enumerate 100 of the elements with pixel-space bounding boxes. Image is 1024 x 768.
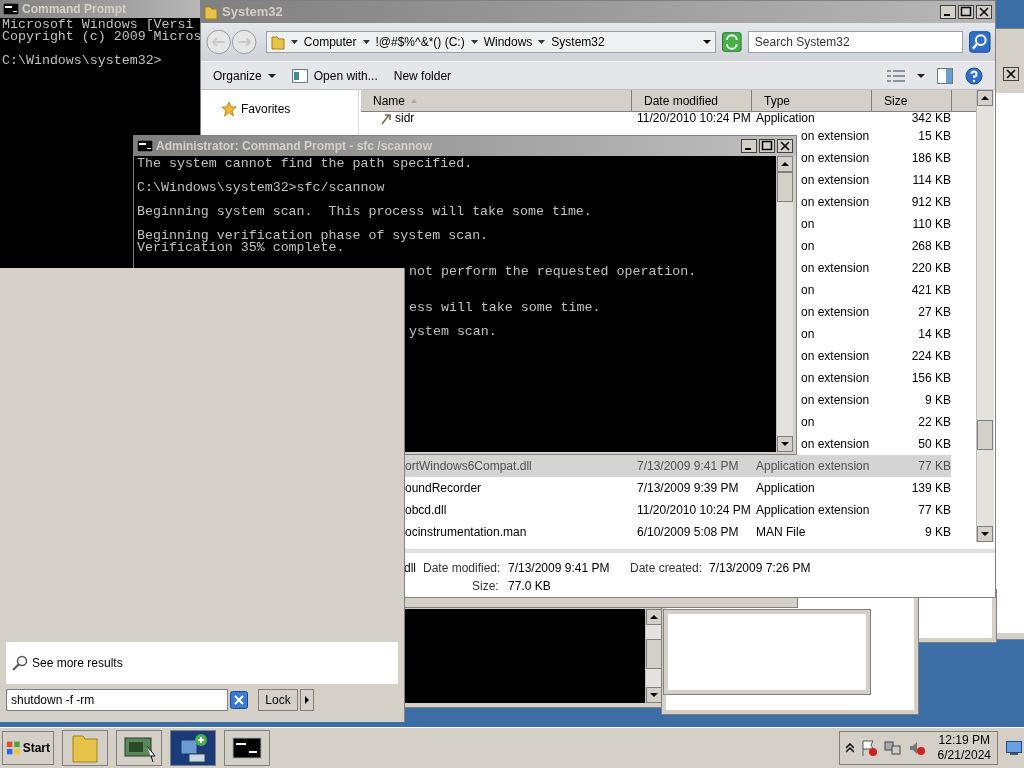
breadcrumb[interactable]: Windows [483, 33, 533, 51]
table-cell: 14 KB [918, 327, 951, 341]
table-cell: Application extension [756, 459, 870, 473]
table-cell: 6/10/2009 5:08 PM [637, 525, 739, 539]
scroll-up-button[interactable] [977, 90, 993, 106]
scroll-up-button[interactable] [777, 156, 793, 172]
show-desktop-button[interactable] [1006, 741, 1022, 755]
lock-button[interactable]: Lock [258, 689, 298, 711]
toolbar-button[interactable]: Open with... [291, 66, 378, 85]
help-icon[interactable] [965, 66, 983, 85]
taskbar-button[interactable] [170, 730, 216, 766]
table-cell: on extension [801, 195, 870, 209]
breadcrumb[interactable]: Computer [303, 33, 357, 51]
breadcrumb[interactable]: !@#$%^&*() (C:) [375, 33, 465, 51]
scroll-down-button[interactable] [977, 526, 993, 542]
clock-date[interactable]: 6/21/2024 [937, 748, 991, 763]
dropdown-icon[interactable] [703, 39, 712, 45]
table-cell: Application [756, 481, 815, 495]
minimize-button[interactable] [940, 5, 956, 19]
column-header[interactable]: Size [872, 90, 952, 111]
column-header[interactable]: Date modified [632, 90, 752, 111]
table-cell: 139 KB [911, 481, 951, 495]
scroll-thumb[interactable] [777, 172, 793, 202]
network-icon[interactable] [883, 739, 902, 757]
scroll-down-button[interactable] [646, 687, 662, 703]
table-cell: 7/13/2009 9:39 PM [637, 481, 739, 495]
table-cell: 11/20/2010 10:24 PM [637, 111, 751, 125]
field-value: 7/13/2009 9:41 PM [508, 560, 610, 577]
see-more-results-link[interactable]: See more results [6, 642, 398, 684]
clock-time[interactable]: 12:19 PM [938, 733, 990, 748]
table-cell: on extension [801, 349, 870, 363]
toolbar-button[interactable]: Organize [213, 66, 276, 85]
console-line: ess will take some time. [408, 302, 602, 314]
minimize-button[interactable] [741, 139, 757, 153]
sort-icon [411, 98, 417, 103]
scroll-up-button[interactable] [646, 609, 662, 625]
scroll-thumb[interactable] [977, 420, 993, 450]
table-cell: on [801, 217, 815, 231]
close-button[interactable] [1003, 67, 1019, 81]
field-value: 77.0 KB [508, 578, 551, 595]
file-name[interactable]: ortWindows6Compat.dll [405, 455, 532, 477]
table-cell: 11/20/2010 10:24 PM [637, 503, 751, 517]
refresh-icon[interactable] [722, 32, 742, 52]
clear-search-button[interactable] [230, 691, 248, 709]
power-options-button[interactable] [300, 689, 314, 711]
dropdown-icon [267, 72, 276, 79]
star-icon [221, 101, 237, 117]
chevron-icon[interactable] [470, 39, 478, 45]
chevron-icon[interactable] [290, 39, 298, 45]
file-name[interactable]: obcd.dll [405, 499, 447, 521]
scroll-thumb[interactable] [646, 639, 662, 669]
file-name[interactable]: ocinstrumentation.man [405, 521, 527, 543]
preview-pane-icon[interactable] [937, 67, 953, 84]
scrollbar[interactable] [776, 156, 793, 452]
flag-icon[interactable] [859, 739, 878, 757]
nav-item[interactable]: Favorites [221, 100, 358, 118]
start-button[interactable]: Start [2, 731, 54, 765]
table-cell: on [801, 415, 815, 429]
scrollbar[interactable] [645, 609, 661, 703]
table-cell: 7/13/2009 9:41 PM [637, 459, 739, 473]
close-button[interactable] [777, 139, 793, 153]
taskbar-button[interactable] [116, 730, 162, 766]
search-field[interactable]: shutdown -f -rm [6, 689, 228, 711]
close-button[interactable] [976, 5, 992, 19]
breadcrumb[interactable]: System32 [551, 33, 605, 51]
table-cell: MAN File [756, 525, 806, 539]
table-cell: on extension [801, 261, 870, 275]
console-line: not perform the requested operation. [408, 266, 698, 278]
table-cell: 50 KB [918, 437, 951, 451]
taskbar-button[interactable] [224, 730, 270, 766]
file-name[interactable]: sidr [395, 112, 415, 125]
table-cell: 342 KB [911, 111, 951, 125]
toolbar-button[interactable]: New folder [393, 66, 452, 85]
chevron-up-icon[interactable] [845, 743, 854, 753]
scroll-down-button[interactable] [777, 436, 793, 452]
selected-row[interactable]: ortWindows6Compat.dll 7/13/2009 9:41 PM Application extension 77 KB [405, 455, 951, 477]
console-line: C:\Windows\system32>sfc/scannow [137, 182, 386, 194]
search-field[interactable]: Search System32 [747, 31, 964, 53]
field-value: 7/13/2009 7:26 PM [709, 560, 811, 577]
chevron-icon[interactable] [538, 39, 546, 45]
windows-logo-icon [6, 740, 21, 756]
search-icon[interactable] [969, 31, 991, 53]
chevron-icon[interactable] [362, 39, 370, 45]
maximize-button[interactable] [759, 139, 775, 153]
table-cell: Application [756, 111, 815, 125]
console-line: Beginning verification phase of system scan. [137, 230, 490, 242]
file-name[interactable]: oundRecorder [405, 477, 482, 499]
table-cell: 22 KB [918, 415, 951, 429]
scrollbar[interactable] [976, 90, 994, 542]
console-icon [3, 3, 19, 15]
dropdown-icon[interactable] [917, 72, 925, 79]
window-title: System32 [222, 3, 283, 22]
column-header[interactable]: Type [752, 90, 872, 111]
column-header[interactable]: Name [361, 90, 632, 111]
address-bar[interactable]: Computer !@#$%^&*() (C:) Windows System32 [265, 31, 717, 53]
table-cell: on [801, 283, 815, 297]
maximize-button[interactable] [958, 5, 974, 19]
table-cell: 421 KB [911, 283, 951, 297]
table-cell: on extension [801, 371, 870, 385]
table-cell: 27 KB [918, 305, 951, 319]
